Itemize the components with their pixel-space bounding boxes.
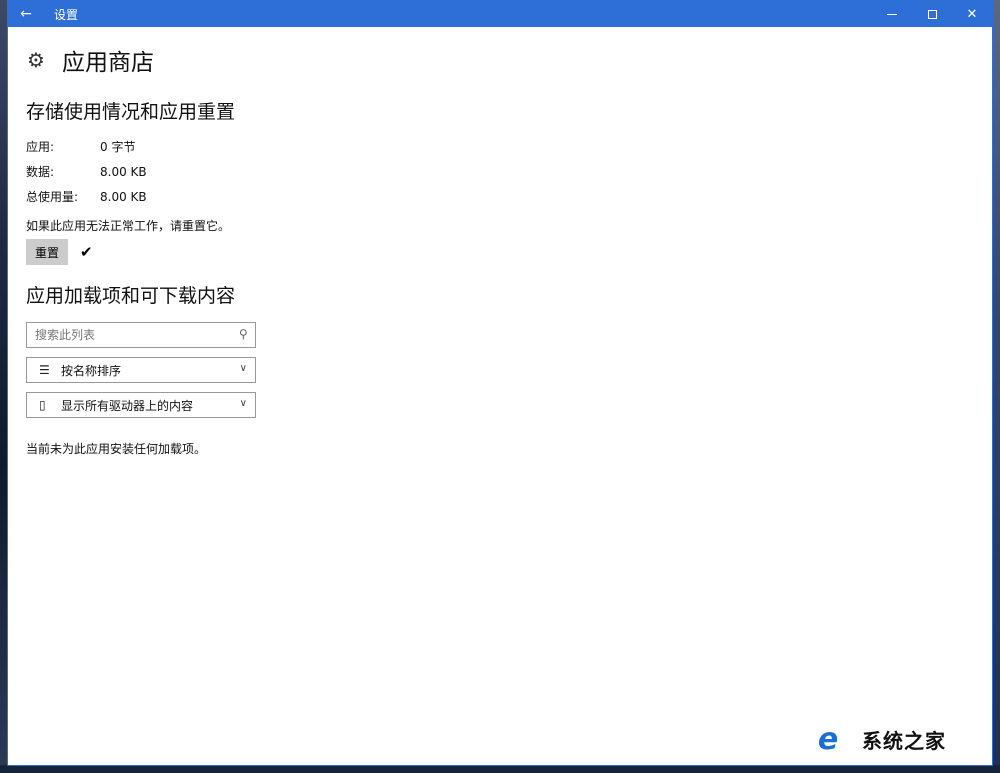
drive-filter-dropdown[interactable]: ▯ 显示所有驱动器上的内容 ∨ [26,392,256,418]
storage-label: 数据: [26,165,55,179]
sort-dropdown-value: 按名称排序 [61,363,122,378]
search-icon[interactable]: ⚲ [239,327,248,341]
watermark: e 系统之家 [800,713,992,765]
window-controls: ✕ [872,1,992,27]
drive-dropdown-value: 显示所有驱动器上的内容 [61,398,194,413]
desktop-background-right [992,0,1000,773]
search-input[interactable] [27,323,227,347]
close-icon: ✕ [966,6,978,22]
reset-button[interactable]: 重置 [26,239,68,265]
sort-list-icon: ☰ [39,363,50,377]
settings-window: ← 设置 ✕ ⚙ 应用商店 存储使用情况和应用重置 应用: 0 字节 数据: 8… [7,0,993,766]
addons-section-title: 应用加载项和可下载内容 [26,285,236,307]
minimize-icon [887,13,897,15]
watermark-logo-icon: e [817,721,839,757]
page-header: ⚙ 应用商店 [26,45,966,76]
back-button[interactable]: ← [8,1,44,27]
storage-value: 0 字节 [100,140,136,154]
drive-icon: ▯ [39,398,46,412]
title-bar: ← 设置 ✕ [8,1,992,27]
storage-row-total: 总使用量: 8.00 KB [26,184,966,209]
storage-value: 8.00 KB [100,189,147,204]
watermark-text: 系统之家 [862,728,946,753]
storage-row-app: 应用: 0 字节 [26,134,966,159]
chevron-down-icon: ∨ [239,398,247,409]
storage-label: 应用: [26,140,55,154]
window-title: 设置 [54,7,79,22]
reset-hint: 如果此应用无法正常工作，请重置它。 [26,219,231,233]
storage-row-data: 数据: 8.00 KB [26,159,966,184]
no-addons-message: 当前未为此应用安装任何加载项。 [26,442,207,456]
reset-row: 重置 ✔ [26,239,966,265]
settings-content: ⚙ 应用商店 存储使用情况和应用重置 应用: 0 字节 数据: 8.00 KB … [26,27,966,457]
page-title: 应用商店 [62,50,154,76]
maximize-icon [927,9,937,19]
storage-value: 8.00 KB [100,164,147,179]
checkmark-icon: ✔ [80,243,93,261]
close-button[interactable]: ✕ [952,1,992,27]
search-list-box: ⚲ [26,322,256,348]
maximize-button[interactable] [912,1,952,27]
sort-dropdown[interactable]: ☰ 按名称排序 ∨ [26,357,256,383]
chevron-down-icon: ∨ [239,363,247,374]
desktop-background-bottom [0,765,1000,773]
gear-icon: ⚙ [27,48,45,72]
back-arrow-icon: ← [20,6,32,22]
minimize-button[interactable] [872,1,912,27]
storage-usage-list: 应用: 0 字节 数据: 8.00 KB 总使用量: 8.00 KB [26,134,966,209]
storage-section-title: 存储使用情况和应用重置 [26,101,236,123]
storage-label: 总使用量: [26,190,79,204]
